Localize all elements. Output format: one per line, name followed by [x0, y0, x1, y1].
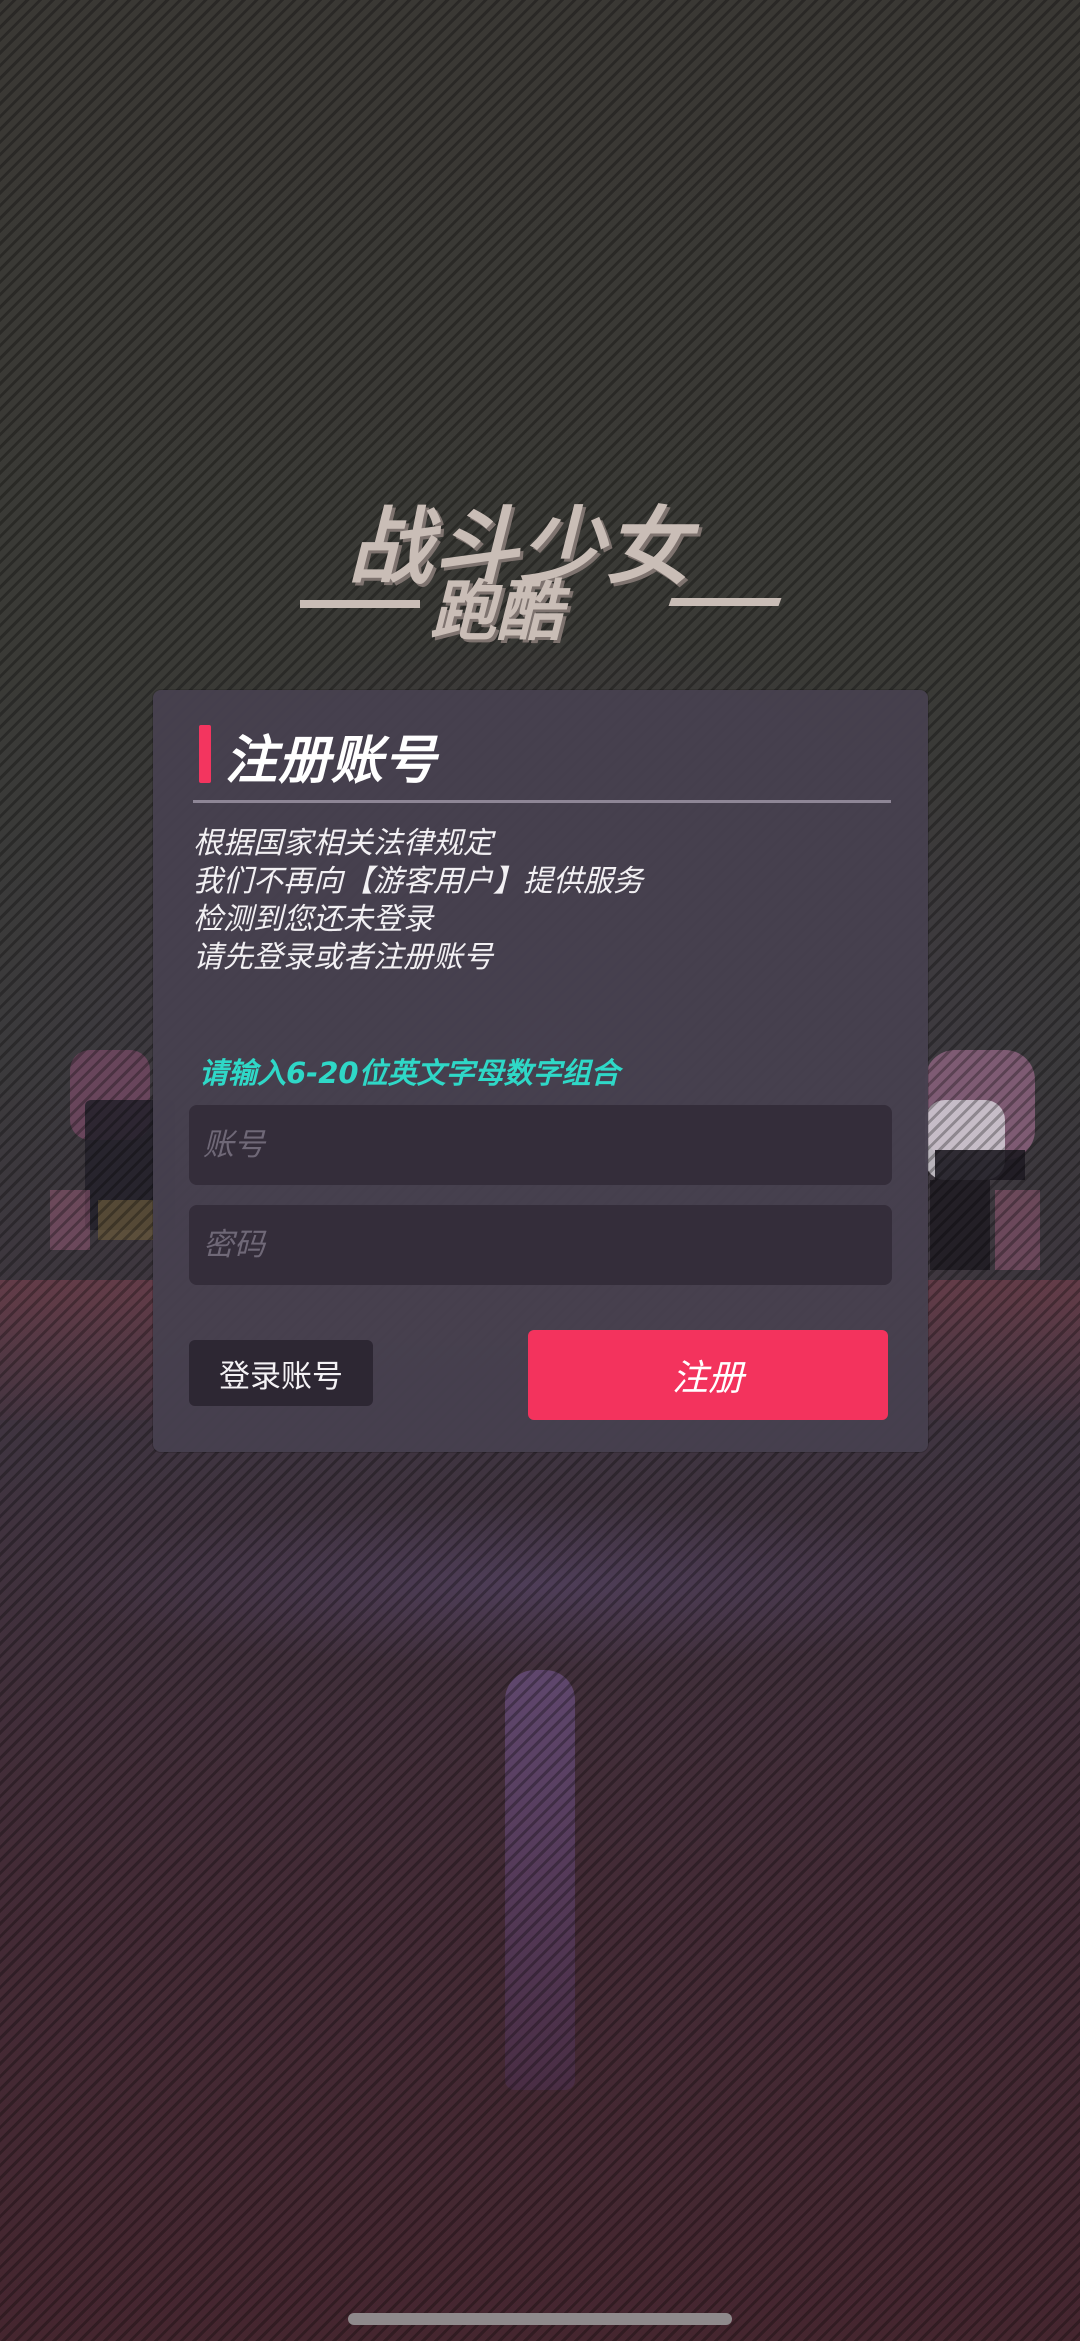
notice-line: 根据国家相关法律规定	[193, 826, 493, 861]
logo-bar-left	[300, 600, 420, 608]
notice-text: 根据国家相关法律规定 我们不再向【游客用户】提供服务 检测到您还未登录 请先登录…	[193, 825, 893, 977]
home-indicator[interactable]	[348, 2313, 732, 2325]
notice-line: 我们不再向【游客用户】提供服务	[193, 864, 643, 899]
dialog-title: 注册账号	[225, 731, 438, 791]
background-road	[505, 1670, 575, 2090]
register-button[interactable]: 注册	[528, 1330, 888, 1420]
game-logo: 战斗少女 跑酷	[300, 480, 782, 650]
account-input[interactable]	[189, 1105, 892, 1185]
notice-line: 检测到您还未登录	[193, 902, 433, 937]
logo-bar-right	[668, 598, 782, 606]
title-accent-bar	[199, 725, 211, 783]
register-dialog: 注册账号 根据国家相关法律规定 我们不再向【游客用户】提供服务 检测到您还未登录…	[153, 690, 928, 1452]
background-fan	[40, 1500, 1040, 1670]
password-input[interactable]	[189, 1205, 892, 1285]
title-divider	[193, 800, 891, 803]
input-hint: 请输入6-20位英文字母数字组合	[199, 1056, 620, 1090]
screen: 战斗少女 跑酷 注册账号 根据国家相关法律规定 我们不再向【游客用户】提供服务 …	[0, 0, 1080, 2341]
notice-line: 请先登录或者注册账号	[193, 940, 493, 975]
login-account-button[interactable]: 登录账号	[189, 1340, 373, 1406]
